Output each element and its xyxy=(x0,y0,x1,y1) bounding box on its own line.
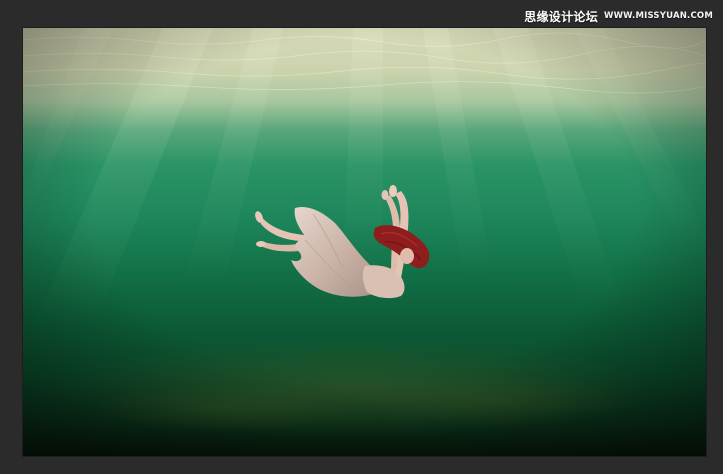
document-canvas[interactable] xyxy=(23,28,706,456)
watermark-site-name: 思缘设计论坛 xyxy=(524,9,598,24)
watermark: 思缘设计论坛 WWW.MISSYUAN.COM xyxy=(524,6,713,26)
vignette xyxy=(23,28,706,456)
underwater-scene xyxy=(23,28,706,456)
photoshop-workspace: 思缘设计论坛 WWW.MISSYUAN.COM xyxy=(0,0,723,474)
watermark-site-url: WWW.MISSYUAN.COM xyxy=(604,11,713,21)
